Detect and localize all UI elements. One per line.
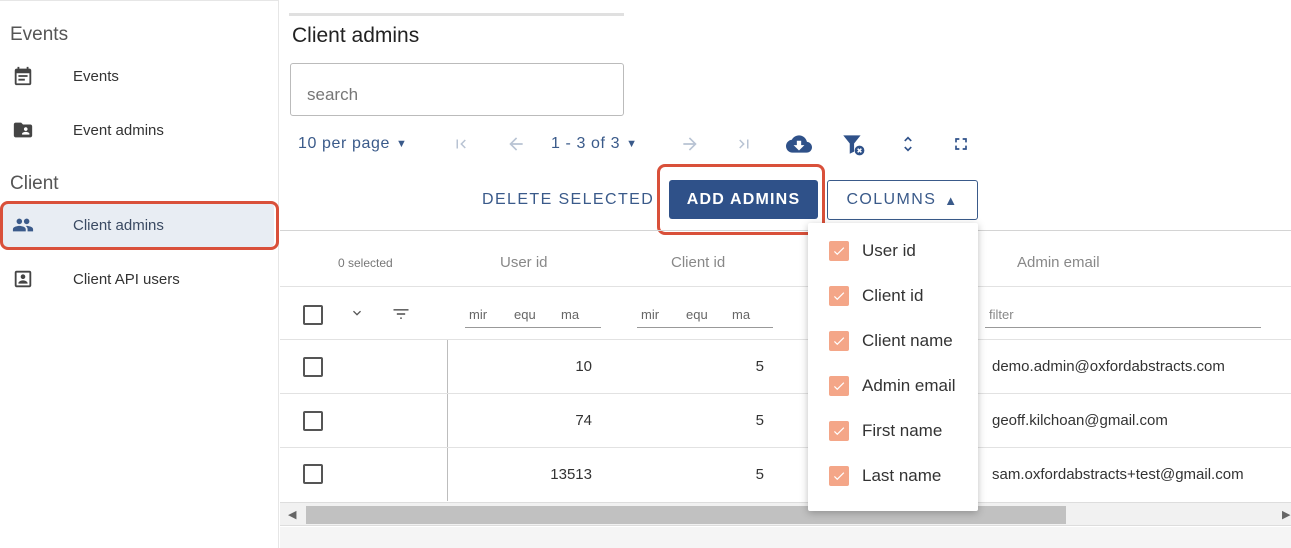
cell-admin-email: demo.admin@oxfordabstracts.com: [992, 358, 1225, 375]
next-page-icon[interactable]: [677, 131, 703, 157]
expand-rows-icon[interactable]: [895, 131, 921, 157]
column-option-client-id[interactable]: Client id: [808, 276, 978, 316]
section-heading-client: Client: [10, 173, 59, 194]
top-divider: [289, 13, 624, 16]
cell-admin-email: geoff.kilchoan@gmail.com: [992, 412, 1168, 429]
chevron-down-icon: ▼: [626, 138, 638, 150]
sidebar: Events Events Event admins Client Client…: [0, 0, 279, 548]
columns-menu: User id Client id Client name Admin emai…: [808, 223, 978, 511]
sidebar-item-label: Events: [73, 67, 119, 85]
sidebar-item-client-api-users[interactable]: Client API users: [3, 257, 274, 301]
column-option-label: Admin email: [862, 376, 956, 395]
sidebar-item-client-admins[interactable]: Client admins: [3, 203, 274, 247]
clear-filter-icon[interactable]: [840, 131, 866, 157]
cell-admin-email: sam.oxfordabstracts+test@gmail.com: [992, 466, 1244, 483]
horizontal-scrollbar[interactable]: ◀ ▶: [280, 502, 1291, 526]
column-option-label: Last name: [862, 466, 942, 485]
checkbox-checked-icon[interactable]: [829, 421, 849, 441]
cell-user-id: 13513: [550, 466, 592, 483]
email-filter-underline: [985, 327, 1261, 328]
scroll-left-icon[interactable]: ◀: [288, 508, 296, 521]
page-range-select[interactable]: 1 - 3 of 3 ▼: [551, 131, 638, 157]
chevron-down-icon[interactable]: [349, 305, 367, 323]
checkbox-checked-icon[interactable]: [829, 331, 849, 351]
range-filter-equal[interactable]: equ: [686, 307, 708, 322]
chevron-up-icon: ▲: [944, 192, 959, 208]
sidebar-item-label: Client API users: [73, 270, 180, 288]
cell-client-id: 5: [755, 358, 764, 375]
first-page-icon[interactable]: [448, 131, 474, 157]
column-option-label: User id: [862, 241, 916, 260]
checkbox-checked-icon[interactable]: [829, 241, 849, 261]
header-divider: [280, 286, 1291, 287]
column-option-label: Client name: [862, 331, 953, 350]
header-admin-email[interactable]: Admin email: [1017, 254, 1100, 271]
row-checkbox[interactable]: [303, 357, 323, 377]
column-option-label: First name: [862, 421, 943, 440]
search-input[interactable]: [290, 63, 624, 116]
frozen-column-divider: [447, 340, 448, 501]
sidebar-item-label: Event admins: [73, 121, 164, 139]
column-option-label: Client id: [862, 286, 924, 305]
table-top-border: [280, 230, 1291, 231]
range-filter-equal[interactable]: equ: [514, 307, 536, 322]
badge-icon: [11, 267, 35, 291]
folder-person-icon: [11, 118, 35, 142]
page-range-label: 1 - 3 of 3: [551, 135, 621, 152]
column-option-first-name[interactable]: First name: [808, 411, 978, 451]
row-checkbox[interactable]: [303, 411, 323, 431]
email-filter-input[interactable]: filter: [989, 307, 1014, 322]
scroll-right-icon[interactable]: ▶: [1282, 508, 1290, 521]
table-footer: [280, 527, 1291, 548]
chevron-down-icon: ▼: [396, 138, 408, 150]
checkbox-checked-icon[interactable]: [829, 286, 849, 306]
per-page-select[interactable]: 10 per page ▼: [298, 131, 408, 157]
row-checkbox[interactable]: [303, 464, 323, 484]
column-option-last-name[interactable]: Last name: [808, 456, 978, 496]
client-id-filter-underline: [637, 327, 773, 328]
row-divider: [280, 447, 1291, 448]
people-icon: [11, 213, 35, 237]
header-client-id[interactable]: Client id: [671, 254, 725, 271]
column-option-client-name[interactable]: Client name: [808, 321, 978, 361]
delete-selected-button[interactable]: DELETE SELECTED: [474, 181, 662, 219]
sidebar-item-events[interactable]: Events: [3, 54, 274, 98]
range-filter-max[interactable]: ma: [732, 307, 750, 322]
checkbox-checked-icon[interactable]: [829, 466, 849, 486]
add-admins-button[interactable]: ADD ADMINS: [669, 180, 818, 219]
calendar-icon: [11, 64, 35, 88]
header-user-id[interactable]: User id: [500, 254, 548, 271]
cell-user-id: 74: [575, 412, 592, 429]
range-filter-min[interactable]: mir: [469, 307, 487, 322]
section-heading-events: Events: [10, 24, 69, 45]
cell-client-id: 5: [755, 466, 764, 483]
sidebar-item-label: Client admins: [73, 216, 164, 234]
filter-divider: [280, 339, 1291, 340]
columns-button[interactable]: COLUMNS ▲: [827, 180, 978, 220]
column-option-admin-email[interactable]: Admin email: [808, 366, 978, 406]
select-all-checkbox[interactable]: [303, 305, 323, 325]
user-id-filter-underline: [465, 327, 601, 328]
checkbox-checked-icon[interactable]: [829, 376, 849, 396]
range-filter-max[interactable]: ma: [561, 307, 579, 322]
cell-user-id: 10: [575, 358, 592, 375]
filter-list-icon[interactable]: [390, 304, 414, 324]
selected-count: 0 selected: [338, 256, 393, 270]
cell-client-id: 5: [755, 412, 764, 429]
per-page-label: 10 per page: [298, 135, 391, 152]
sidebar-item-event-admins[interactable]: Event admins: [3, 108, 274, 152]
column-option-user-id[interactable]: User id: [808, 231, 978, 271]
page-title: Client admins: [292, 24, 420, 47]
range-filter-min[interactable]: mir: [641, 307, 659, 322]
fullscreen-icon[interactable]: [948, 131, 974, 157]
last-page-icon[interactable]: [731, 131, 757, 157]
cloud-download-icon[interactable]: [786, 131, 812, 157]
columns-label: COLUMNS: [846, 191, 937, 208]
row-divider: [280, 393, 1291, 394]
previous-page-icon[interactable]: [503, 131, 529, 157]
